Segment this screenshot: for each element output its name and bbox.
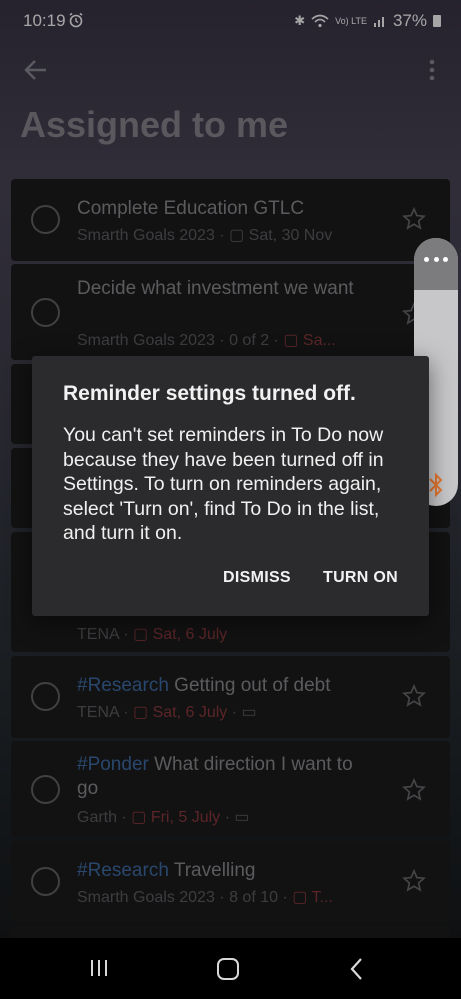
dismiss-button[interactable]: DISMISS [223,569,291,587]
recents-icon[interactable] [89,958,109,978]
turn-on-button[interactable]: TURN ON [323,569,398,587]
reminder-dialog: Reminder settings turned off. You can't … [32,356,429,616]
home-icon[interactable] [217,958,239,980]
dialog-title: Reminder settings turned off. [63,382,356,405]
edge-panel-menu[interactable] [414,238,458,290]
back-icon[interactable] [348,957,366,981]
bluetooth-icon[interactable] [426,472,446,498]
dialog-message: You can't set reminders in To Do now bec… [63,424,384,544]
